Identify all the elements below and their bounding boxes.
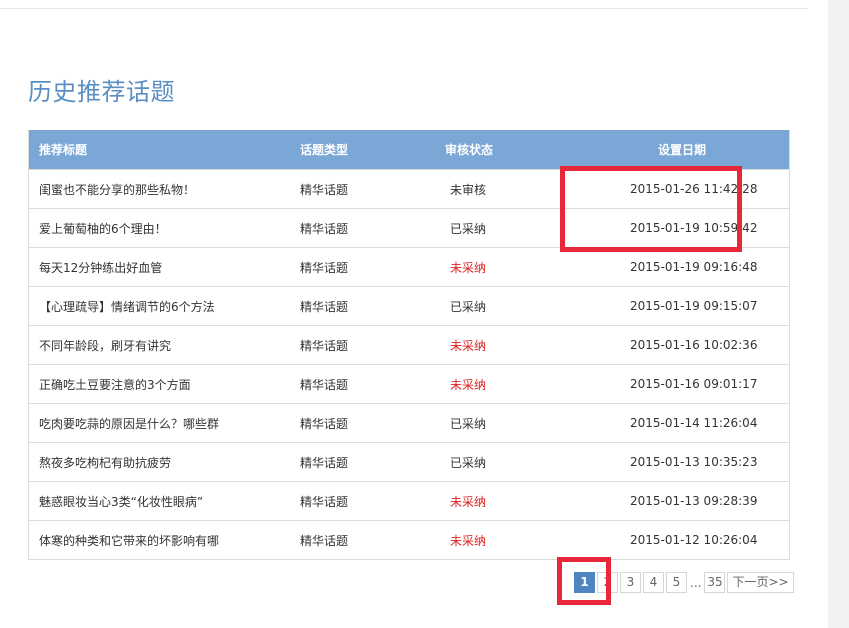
page-link[interactable]: 4	[643, 572, 664, 593]
row-type: 精华话题	[291, 364, 425, 404]
row-type: 精华话题	[291, 481, 425, 521]
table-row: 熬夜多吃枸杞有助抗疲劳 精华话题 已采纳 2015-01-13 10:35:23	[29, 442, 789, 482]
row-title[interactable]: 体寒的种类和它带来的坏影响有哪	[29, 520, 291, 559]
row-type: 精华话题	[291, 442, 425, 482]
row-date: 2015-01-16 10:02:36	[578, 325, 789, 365]
row-status: 已采纳	[425, 403, 578, 443]
row-title[interactable]: 【心理疏导】情绪调节的6个方法	[29, 286, 291, 326]
row-type: 精华话题	[291, 208, 425, 248]
row-type: 精华话题	[291, 247, 425, 287]
row-type: 精华话题	[291, 169, 425, 209]
page-link[interactable]: 3	[620, 572, 641, 593]
row-date: 2015-01-19 09:15:07	[578, 286, 789, 326]
row-type: 精华话题	[291, 286, 425, 326]
table-header-row: 推荐标题 话题类型 审核状态 设置日期	[29, 130, 789, 170]
row-title[interactable]: 正确吃土豆要注意的3个方面	[29, 364, 291, 404]
page-last[interactable]: 35	[704, 572, 726, 593]
row-type: 精华话题	[291, 403, 425, 443]
row-title[interactable]: 每天12分钟练出好血管	[29, 247, 291, 287]
row-status: 未采纳	[425, 520, 578, 559]
row-title[interactable]: 吃肉要吃蒜的原因是什么？哪些群	[29, 403, 291, 443]
header-status: 审核状态	[425, 130, 578, 170]
header-date: 设置日期	[578, 130, 789, 170]
table-row: 不同年龄段，刷牙有讲究 精华话题 未采纳 2015-01-16 10:02:36	[29, 325, 789, 365]
annotation-highlight-page	[557, 557, 611, 605]
page-ellipsis: ...	[690, 575, 702, 590]
page-title: 历史推荐话题	[28, 78, 175, 106]
table-row: 正确吃土豆要注意的3个方面 精华话题 未采纳 2015-01-16 09:01:17	[29, 364, 789, 404]
row-status: 未采纳	[425, 325, 578, 365]
table-row: 吃肉要吃蒜的原因是什么？哪些群 精华话题 已采纳 2015-01-14 11:26:0…	[29, 403, 789, 443]
table-row: 每天12分钟练出好血管 精华话题 未采纳 2015-01-19 09:16:48	[29, 247, 789, 287]
row-type: 精华话题	[291, 325, 425, 365]
row-status: 已采纳	[425, 208, 578, 248]
row-title[interactable]: 魅惑眼妆当心3类“化妆性眼病”	[29, 481, 291, 521]
header-type: 话题类型	[291, 130, 425, 170]
row-date: 2015-01-14 11:26:04	[578, 403, 789, 443]
row-title[interactable]: 熬夜多吃枸杞有助抗疲劳	[29, 442, 291, 482]
row-status: 已采纳	[425, 442, 578, 482]
next-page-button[interactable]: 下一页>>	[727, 572, 794, 593]
row-title[interactable]: 爱上葡萄柚的6个理由！	[29, 208, 291, 248]
row-date: 2015-01-16 09:01:17	[578, 364, 789, 404]
row-date: 2015-01-19 09:16:48	[578, 247, 789, 287]
table-row: 魅惑眼妆当心3类“化妆性眼病” 精华话题 未采纳 2015-01-13 09:28:3…	[29, 481, 789, 521]
table-row: 【心理疏导】情绪调节的6个方法 精华话题 已采纳 2015-01-19 09:15:0…	[29, 286, 789, 326]
top-divider	[0, 8, 808, 9]
row-date: 2015-01-13 09:28:39	[578, 481, 789, 521]
row-status: 未采纳	[425, 481, 578, 521]
row-title[interactable]: 不同年龄段，刷牙有讲究	[29, 325, 291, 365]
scrollbar-track[interactable]	[828, 0, 849, 628]
row-type: 精华话题	[291, 520, 425, 559]
page-link[interactable]: 5	[666, 572, 687, 593]
row-date: 2015-01-12 10:26:04	[578, 520, 789, 559]
table-row: 体寒的种类和它带来的坏影响有哪 精华话题 未采纳 2015-01-12 10:26:0…	[29, 520, 789, 559]
row-status: 已采纳	[425, 286, 578, 326]
row-date: 2015-01-13 10:35:23	[578, 442, 789, 482]
row-status: 未采纳	[425, 364, 578, 404]
header-title: 推荐标题	[29, 130, 291, 170]
annotation-highlight-dates	[560, 166, 742, 252]
row-status: 未采纳	[425, 247, 578, 287]
row-title[interactable]: 闺蜜也不能分享的那些私物！	[29, 169, 291, 209]
row-status: 未审核	[425, 169, 578, 209]
